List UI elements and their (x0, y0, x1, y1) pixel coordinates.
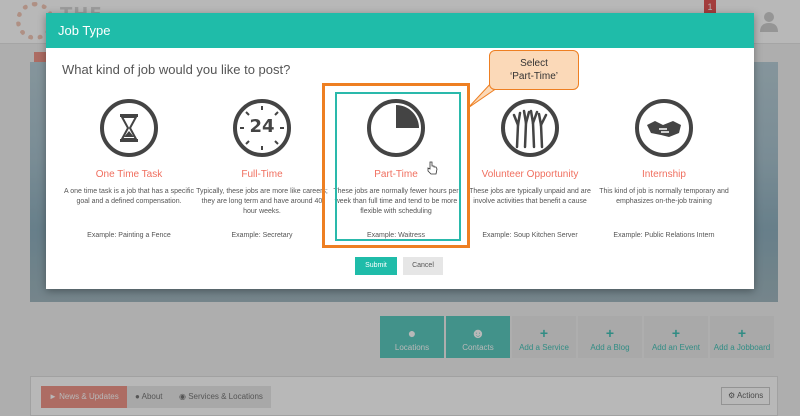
callout-line-1: Select (520, 58, 548, 69)
job-description: These jobs are typically unpaid and are … (469, 188, 591, 205)
job-description: Typically, these jobs are more like care… (196, 188, 328, 215)
job-type-modal: Job Type What kind of job would you like… (46, 13, 754, 289)
modal-title: Job Type (46, 13, 754, 48)
job-title: Volunteer Opportunity (481, 169, 579, 180)
job-example: Example: Soup Kitchen Server (482, 232, 578, 239)
instruction-callout: Select ‘Part-Time’ (489, 50, 579, 90)
job-title: One Time Task (95, 169, 163, 180)
selected-option-border (335, 92, 461, 241)
job-title: Full-Time (241, 169, 283, 180)
job-description: A one time task is a job that has a spec… (64, 188, 194, 205)
job-title: Internship (642, 169, 686, 180)
job-example: Example: Public Relations Intern (613, 232, 715, 239)
cursor-hand-icon (427, 161, 438, 175)
callout-line-2: ‘Part-Time’ (510, 71, 558, 82)
cancel-button[interactable]: Cancel (403, 257, 443, 275)
job-option-internship[interactable]: Internship This kind of job is normally … (596, 99, 732, 239)
handshake-icon (635, 99, 693, 157)
submit-button[interactable]: Submit (355, 257, 397, 275)
modal-question: What kind of job would you like to post? (62, 62, 291, 77)
job-example: Example: Painting a Fence (87, 232, 171, 239)
clock-24-icon: 24 (233, 99, 291, 157)
job-option-full-time[interactable]: 24 Full-Time Typically, these jobs are m… (194, 99, 330, 239)
hourglass-icon (100, 99, 158, 157)
job-description: This kind of job is normally temporary a… (599, 188, 729, 205)
job-option-one-time-task[interactable]: One Time Task A one time task is a job t… (61, 99, 197, 239)
raised-hands-icon (501, 99, 559, 157)
job-option-volunteer[interactable]: Volunteer Opportunity These jobs are typ… (462, 99, 598, 239)
job-example: Example: Secretary (231, 232, 293, 239)
clock-number: 24 (249, 116, 275, 137)
